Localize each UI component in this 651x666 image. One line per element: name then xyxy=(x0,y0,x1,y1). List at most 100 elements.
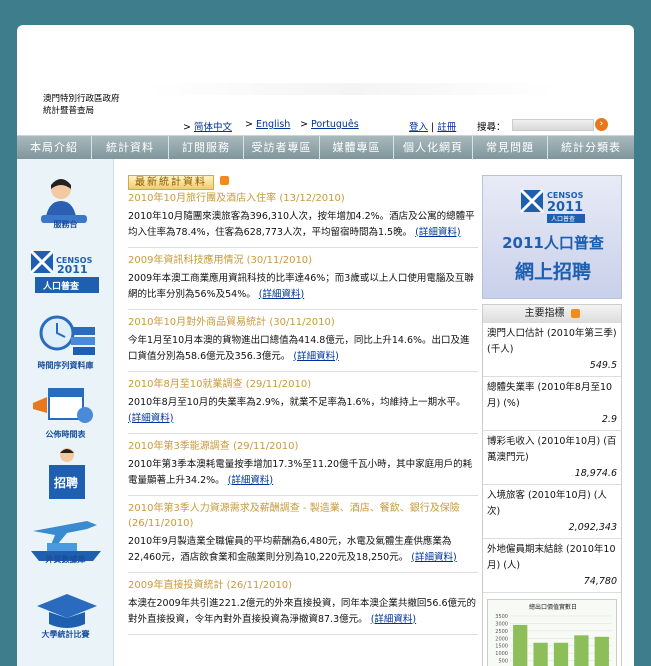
lang-pt: > Português xyxy=(300,119,359,130)
indicator-value: 2.9 xyxy=(601,414,617,425)
news-detail-link[interactable]: (詳細資料) xyxy=(128,413,173,424)
indicator-value: 549.5 xyxy=(589,360,617,371)
arrow-right-icon: › xyxy=(599,119,604,129)
news-item: 2010年10月旅行團及酒店入住率 (13/12/2010) 2010年10月隨團… xyxy=(128,186,478,248)
news-body: 2009年本澳工商業應用資訊科技的比率達46%；而3歲或以上人口使用電腦及互聯網… xyxy=(128,271,478,302)
chart-ytick-label: 3500 xyxy=(495,614,508,620)
search-button[interactable]: › xyxy=(595,118,608,131)
government-name: 澳門特別行政區政府 統計暨普查局 xyxy=(43,93,120,117)
sidebar-label-calendar: 公佈時間表 xyxy=(45,430,86,439)
banner-line2: 網上招聘 xyxy=(515,260,591,283)
sidebar: 服務台 CENSOS 2011 人口普查 時間序列資料庫 公佈時間表 招聘 外貿… xyxy=(17,159,114,666)
chart-bar xyxy=(513,624,528,666)
exports-chart[interactable]: 總出口價值實數日50010001500200025003000350020106… xyxy=(487,599,617,666)
indicator-value: 18,974.6 xyxy=(574,468,617,479)
rss-icon[interactable] xyxy=(220,176,229,185)
sidebar-label-timeseries: 時間序列資料庫 xyxy=(37,361,94,370)
news-title[interactable]: 2010年8月至10就業調查 (29/11/2010) xyxy=(128,377,478,392)
census-logo-icon: CENSOS 2011 人口普查 2011人口普查 網上招聘 xyxy=(502,188,605,283)
nav-media[interactable]: 媒體專區 xyxy=(320,136,394,160)
recruit-text: 招聘 xyxy=(54,475,78,490)
news-summary: 2010年9月製造業全職僱員的平均薪酬為6,480元，水電及氣體生產供應業為22… xyxy=(128,536,452,563)
news-title[interactable]: 2010年10月旅行團及酒店入住率 (13/12/2010) xyxy=(128,191,478,206)
rss-icon[interactable] xyxy=(570,308,580,318)
indicator-item: 總體失業率 (2010年8月至10月) (%) 2.9 xyxy=(483,377,621,431)
news-detail-link[interactable]: (詳細資料) xyxy=(415,227,460,238)
main-content: 最新統計資料 2010年10月旅行團及酒店入住率 (13/12/2010) 201… xyxy=(128,170,478,635)
census-2011-icon: CENSOS 2011 人口普查 xyxy=(29,249,99,293)
news-title[interactable]: 2010年10月對外商品貿易統計 (30/11/2010) xyxy=(128,315,478,330)
sidebar-label-trade: 外貿數據庫 xyxy=(45,555,86,564)
news-item: 2010年10月對外商品貿易統計 (30/11/2010) 今年1月至10月本澳的… xyxy=(128,310,478,372)
sidebar-label-contest: 大學統計比賽 xyxy=(41,630,90,639)
lang-prefix: > xyxy=(245,119,253,130)
indicator-label[interactable]: 博彩毛收入 (2010年10月) (百萬澳門元) xyxy=(487,434,617,466)
main-navbar: 本局介紹 統計資料 訂閱服務 受訪者專區 媒體專區 個人化網頁 常見問題 統計分… xyxy=(17,135,634,160)
calendar-megaphone-icon xyxy=(33,388,93,423)
news-body: 2010年8月至10月的失業率為2.9%，就業不足率為1.6%，均維持上一期水平… xyxy=(128,395,478,426)
indicator-label[interactable]: 外地僱員期末結餘 (2010年10月) (人) xyxy=(487,542,617,574)
news-title[interactable]: 2009年直接投資統計 (26/11/2010) xyxy=(128,578,478,593)
register-link[interactable]: 註冊 xyxy=(437,122,456,133)
nav-subscription[interactable]: 訂閱服務 xyxy=(169,136,244,160)
indicators-title: 主要指標 xyxy=(524,308,565,319)
banner-line1: 2011人口普查 xyxy=(502,234,605,252)
gov-line1: 澳門特別行政區政府 xyxy=(43,94,120,104)
lang-sc: > 简体中文 xyxy=(183,119,232,133)
news-detail-link[interactable]: (詳細資料) xyxy=(293,351,338,362)
search-input[interactable] xyxy=(512,119,594,131)
news-summary: 2010年8月至10月的失業率為2.9%，就業不足率為1.6%，均維持上一期水平… xyxy=(128,397,466,408)
simplified-chinese-link[interactable]: 简体中文 xyxy=(194,122,232,133)
indicator-list: 澳門人口估計 (2010年第三季) (千人) 549.5 總體失業率 (2010年8… xyxy=(483,323,621,593)
news-body: 本澳在2009年共引進221.2億元的外來直接投資，同年本澳企業共撤回56.6億… xyxy=(128,596,478,627)
indicator-label[interactable]: 入境旅客 (2010年10月) (人次) xyxy=(487,488,617,520)
news-detail-link[interactable]: (詳細資料) xyxy=(228,475,273,486)
right-column: CENSOS 2011 人口普查 2011人口普查 網上招聘 主要指標 澳門人口… xyxy=(482,175,622,666)
news-item: 2010年第3季人力資源需求及薪酬調查 - 製造業、酒店、餐飲、銀行及保險 (2… xyxy=(128,496,478,573)
news-title[interactable]: 2009年資訊科技應用情況 (30/11/2010) xyxy=(128,253,478,268)
header: 澳門特別行政區政府 統計暨普查局 > 简体中文 > English > Port… xyxy=(17,25,634,135)
news-item: 2009年直接投資統計 (26/11/2010) 本澳在2009年共引進221.2… xyxy=(128,573,478,635)
indicator-label[interactable]: 澳門人口估計 (2010年第三季) (千人) xyxy=(487,326,617,358)
recruitment-icon: 招聘 xyxy=(49,448,85,499)
nav-personalized[interactable]: 個人化網頁 xyxy=(394,136,473,160)
banner-sub-text: 人口普查 xyxy=(551,215,575,223)
indicator-item: 外地僱員期末結餘 (2010年10月) (人) 74,780 xyxy=(483,539,621,593)
login-link[interactable]: 登入 xyxy=(409,122,428,133)
login-area: 登入 | 註冊 xyxy=(409,119,456,133)
chart-bar xyxy=(594,636,609,666)
chart-ytick-label: 1000 xyxy=(495,651,508,657)
nav-faq[interactable]: 常見問題 xyxy=(473,136,548,160)
news-detail-link[interactable]: (詳細資料) xyxy=(259,289,304,300)
chart-title: 總出口價值實數日 xyxy=(529,603,577,611)
nav-classification[interactable]: 統計分類表 xyxy=(548,136,634,160)
census-recruit-banner[interactable]: CENSOS 2011 人口普查 2011人口普查 網上招聘 xyxy=(482,175,622,299)
news-list: 2010年10月旅行團及酒店入住率 (13/12/2010) 2010年10月隨團… xyxy=(128,186,478,635)
nav-statistics[interactable]: 統計資料 xyxy=(92,136,169,160)
chart-bar xyxy=(533,642,548,666)
english-link[interactable]: English xyxy=(256,119,290,130)
latest-stats-header: 最新統計資料 xyxy=(128,170,478,190)
chart-bar xyxy=(553,642,569,666)
indicator-label[interactable]: 總體失業率 (2010年8月至10月) (%) xyxy=(487,380,617,412)
chart-ytick-label: 2500 xyxy=(495,629,508,635)
news-item: 2010年第3季能源調查 (29/11/2010) 2010年第3季本澳耗電量按季… xyxy=(128,434,478,496)
nav-respondents[interactable]: 受訪者專區 xyxy=(244,136,320,160)
sidebar-label-service: 服務台 xyxy=(53,220,78,229)
banner-year-text: 2011 xyxy=(547,200,583,215)
news-body: 今年1月至10月本澳的貨物進出口總值為414.8億元，同比上升14.6%。出口及… xyxy=(128,333,478,364)
portuguese-link[interactable]: Português xyxy=(311,119,359,130)
news-title[interactable]: 2010年第3季人力資源需求及薪酬調查 - 製造業、酒店、餐飲、銀行及保險 (2… xyxy=(128,501,478,531)
news-title[interactable]: 2010年第3季能源調查 (29/11/2010) xyxy=(128,439,478,454)
header-band xyxy=(147,83,557,95)
census-year-text: 2011 xyxy=(57,263,88,276)
news-detail-link[interactable]: (詳細資料) xyxy=(371,614,416,625)
page: 澳門特別行政區政府 統計暨普查局 > 简体中文 > English > Port… xyxy=(17,25,634,666)
search-label: 搜尋： xyxy=(477,122,506,133)
banner-top-text: CENSOS xyxy=(547,191,584,200)
news-item: 2010年8月至10就業調查 (29/11/2010) 2010年8月至10月的失… xyxy=(128,372,478,434)
news-detail-link[interactable]: (詳細資料) xyxy=(411,552,456,563)
news-body: 2010年第3季本澳耗電量按季增加17.3%至11.20億千瓦小時，其中家庭用戶… xyxy=(128,457,478,488)
nav-about[interactable]: 本局介紹 xyxy=(17,136,92,160)
lang-prefix: > xyxy=(183,122,191,133)
